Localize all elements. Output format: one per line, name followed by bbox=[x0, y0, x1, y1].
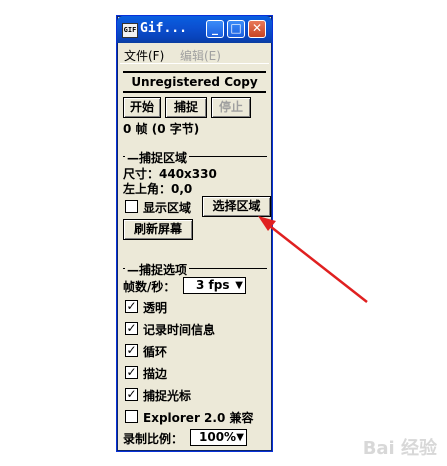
watermark: Bai 经验 bbox=[362, 438, 437, 459]
arrow-shaft bbox=[265, 222, 368, 303]
annotation-arrow bbox=[258, 216, 368, 303]
